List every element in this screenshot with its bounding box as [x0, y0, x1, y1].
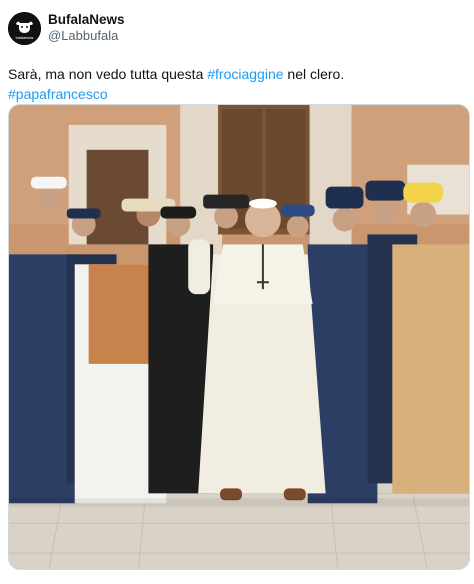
tweet-text-part: nel clero.	[283, 66, 345, 82]
pope-with-police-photo	[9, 105, 469, 569]
tweet-text-part: Sarà, ma non vedo tutta questa	[8, 66, 208, 82]
hashtag-link[interactable]: #papafrancesco	[8, 86, 108, 102]
tweet-header: bufalanews BufalaNews @Labbufala	[8, 10, 466, 46]
tweet-photo[interactable]	[8, 104, 470, 570]
buffalo-logo-icon: bufalanews	[8, 11, 41, 45]
display-name[interactable]: BufalaNews	[48, 12, 125, 28]
avatar-caption: bufalanews	[16, 36, 34, 40]
avatar[interactable]: bufalanews	[8, 11, 41, 45]
tweet-text: Sarà, ma non vedo tutta questa #frociagg…	[8, 64, 466, 104]
hashtag-link[interactable]: #frociaggine	[207, 66, 283, 82]
tweet-card: bufalanews BufalaNews @Labbufala Sarà, m…	[0, 0, 474, 584]
author-names: BufalaNews @Labbufala	[48, 12, 125, 44]
user-handle[interactable]: @Labbufala	[48, 28, 125, 44]
